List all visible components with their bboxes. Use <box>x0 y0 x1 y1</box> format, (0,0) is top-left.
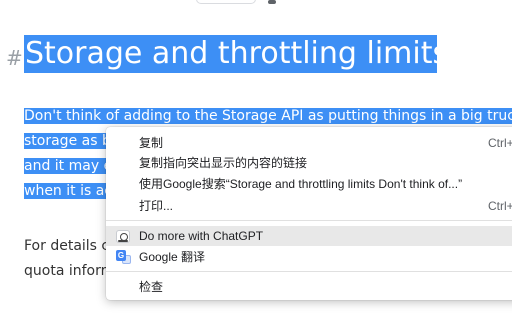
menu-item-search-google[interactable]: 使用Google搜索“Storage and throttling limits… <box>106 174 512 194</box>
menu-item-google-translate[interactable]: G Google 翻译 <box>106 247 512 267</box>
context-menu: 复制 Ctrl+ 复制指向突出显示的内容的链接 使用Google搜索“Stora… <box>106 127 512 300</box>
selected-text: and it may e <box>24 158 115 174</box>
menu-item-copy[interactable]: 复制 Ctrl+ <box>106 133 512 153</box>
menu-item-label: 使用Google搜索“Storage and throttling limits… <box>139 177 463 191</box>
menu-item-label: 复制 <box>139 136 164 150</box>
menu-item-copy-link-to-highlight[interactable]: 复制指向突出显示的内容的链接 <box>106 153 512 173</box>
menu-item-print[interactable]: 打印... Ctrl+ <box>106 196 512 216</box>
heading-anchor-marker[interactable]: # <box>6 46 23 70</box>
menu-separator <box>106 271 512 272</box>
selected-text: when it is ac <box>24 183 114 199</box>
menu-item-label: 检查 <box>139 280 164 294</box>
menu-separator <box>106 220 512 221</box>
menu-item-label: Do more with ChatGPT <box>139 229 264 243</box>
toolbar-icon-fragment <box>268 0 276 4</box>
menu-item-chatgpt[interactable]: Do more with ChatGPT <box>106 226 512 246</box>
menu-item-label: 复制指向突出显示的内容的链接 <box>139 156 308 170</box>
selected-text: Don't think of adding to the Storage API… <box>24 108 512 124</box>
page-heading: Storage and throttling limits <box>24 35 437 73</box>
top-toolbar-fragment <box>0 0 512 8</box>
menu-item-shortcut: Ctrl+ <box>488 199 512 213</box>
google-translate-icon: G <box>116 250 131 264</box>
chatgpt-extension-icon <box>116 230 130 243</box>
menu-item-label: Google 翻译 <box>139 250 206 264</box>
menu-item-label: 打印... <box>139 199 174 213</box>
selected-text: storage as b <box>24 133 113 149</box>
paragraph-line: Don't think of adding to the Storage API… <box>24 104 512 129</box>
menu-item-inspect[interactable]: 检查 <box>106 277 512 297</box>
toolbar-button-fragment[interactable] <box>196 0 256 4</box>
menu-item-shortcut: Ctrl+ <box>488 136 512 150</box>
